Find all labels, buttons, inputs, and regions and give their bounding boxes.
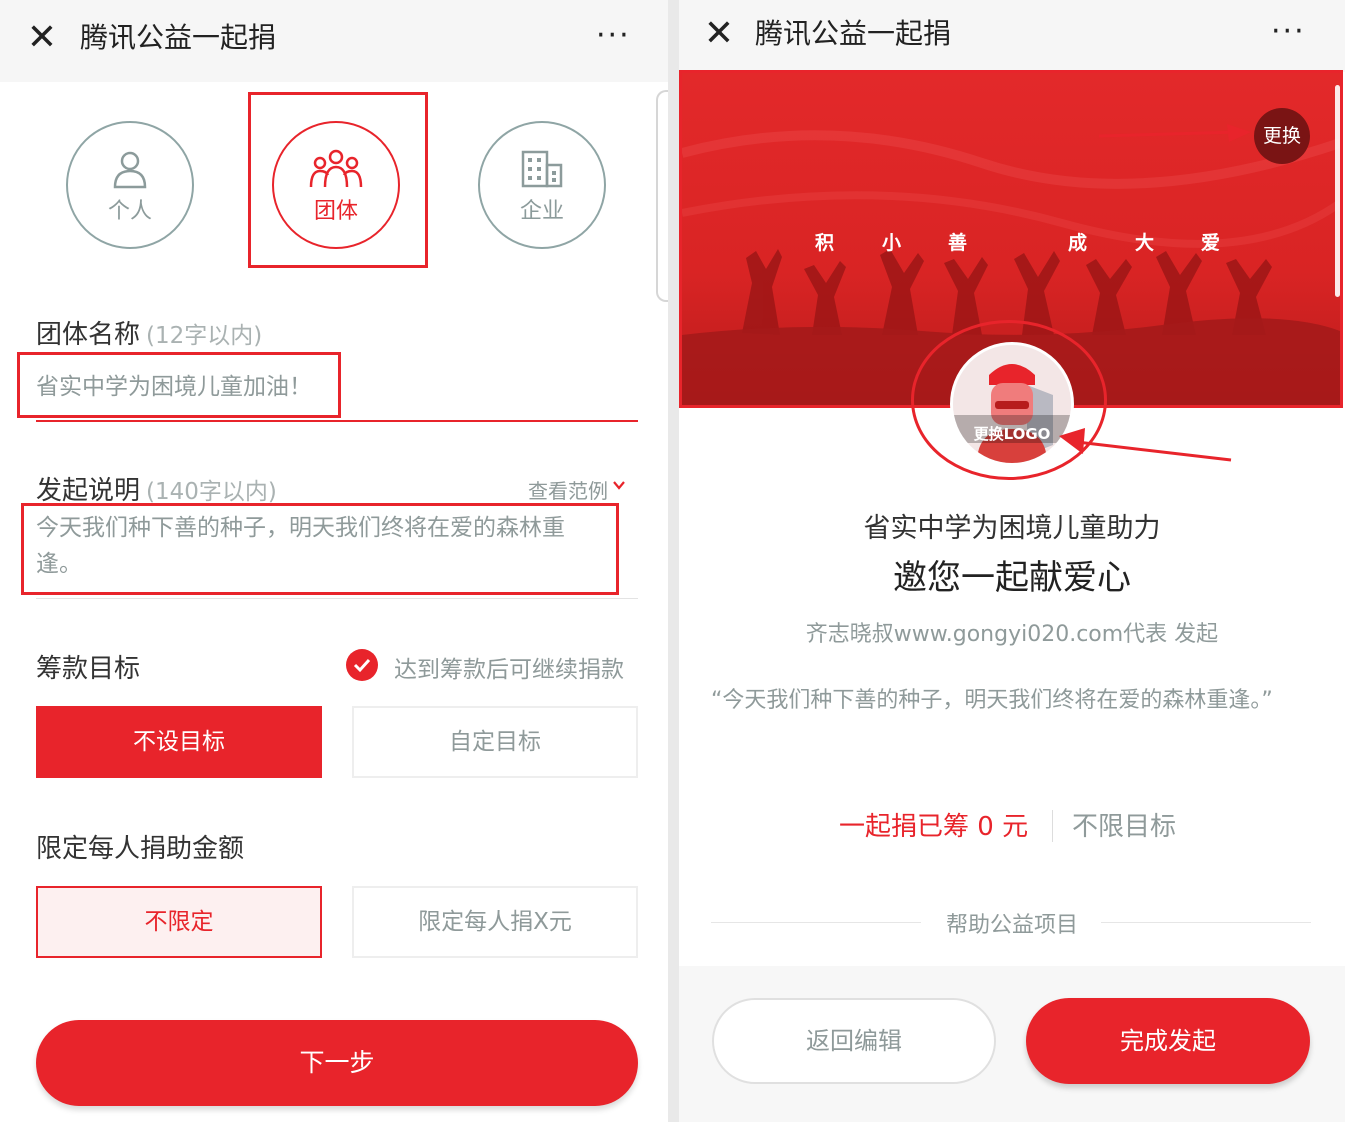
chevron-down-icon[interactable] xyxy=(612,478,626,492)
group-name-hint: (12字以内) xyxy=(146,323,263,349)
app-title: 腾讯公益一起捐 xyxy=(755,17,952,50)
selection-highlight xyxy=(248,92,428,268)
slogan-char: 积 xyxy=(815,232,835,254)
group-name-label-text: 团体名称 xyxy=(36,320,141,350)
slogan-char: 善 xyxy=(948,232,968,254)
create-fundraiser-screen: ✕ 腾讯公益一起捐 ··· 个人 团体 企业 团体名称 (12字以内) 省实中学… xyxy=(0,0,668,1122)
change-logo-label: 更换LOGO xyxy=(973,425,1051,443)
title-bar: ✕ 腾讯公益一起捐 ··· xyxy=(0,0,668,82)
type-option-label: 企业 xyxy=(519,199,564,224)
goal-status: 不限目标 xyxy=(1072,812,1177,842)
description-textarea[interactable]: 今天我们种下善的种子，明天我们终将在爱的森林重逢。 xyxy=(36,510,606,582)
description-quote: “今天我们种下善的种子，明天我们终将在爱的森林重逢。” xyxy=(711,688,1273,713)
limit-amount-button[interactable]: 限定每人捐X元 xyxy=(352,886,638,958)
description-label-text: 发起说明 xyxy=(36,476,141,506)
more-menu-icon[interactable]: ··· xyxy=(1271,12,1306,52)
project-title: 省实中学为困境儿童助力 xyxy=(863,513,1161,544)
type-option-enterprise[interactable]: 企业 xyxy=(478,121,606,249)
continue-donation-label: 达到筹款后可继续捐款 xyxy=(394,657,624,683)
help-projects-label: 帮助公益项目 xyxy=(945,913,1078,938)
no-limit-button[interactable]: 不限定 xyxy=(36,886,322,958)
goal-label: 筹款目标 xyxy=(36,654,141,684)
description-hint: (140字以内) xyxy=(146,479,277,505)
next-step-button[interactable]: 下一步 xyxy=(36,1020,638,1106)
more-menu-icon[interactable]: ··· xyxy=(596,16,631,56)
close-icon[interactable]: ✕ xyxy=(22,18,62,58)
no-goal-button[interactable]: 不设目标 xyxy=(36,706,322,778)
group-name-label: 团体名称 (12字以内) xyxy=(36,314,262,351)
close-icon[interactable]: ✕ xyxy=(699,14,739,54)
building-icon xyxy=(521,150,563,188)
slogan-char: 小 xyxy=(882,232,902,254)
divider-line xyxy=(1101,922,1311,923)
view-example-link[interactable]: 查看范例 xyxy=(528,475,608,504)
arrow-left-icon xyxy=(1059,428,1232,462)
scroll-edge xyxy=(656,90,668,302)
type-option-personal[interactable]: 个人 xyxy=(66,121,194,249)
group-name-input[interactable]: 省实中学为困境儿童加油！ xyxy=(36,369,312,405)
invite-subtitle: 邀您一起献爱心 xyxy=(893,558,1131,598)
limit-label: 限定每人捐助金额 xyxy=(36,834,245,864)
back-to-edit-button[interactable]: 返回编辑 xyxy=(712,998,996,1084)
banner-scrollbar xyxy=(1335,85,1340,297)
custom-goal-button[interactable]: 自定目标 xyxy=(352,706,638,778)
checkmark-icon xyxy=(353,658,371,673)
slogan-char: 爱 xyxy=(1201,232,1221,254)
description-label: 发起说明 (140字以内) xyxy=(36,470,277,507)
slogan-char: 大 xyxy=(1135,232,1155,254)
description-underline xyxy=(36,598,638,599)
slogan-char: 成 xyxy=(1068,232,1088,254)
arrow-right-icon xyxy=(1099,124,1251,142)
group-name-underline xyxy=(36,420,638,422)
person-icon xyxy=(113,151,147,189)
type-option-label: 个人 xyxy=(107,199,152,224)
continue-donation-checkbox[interactable] xyxy=(346,649,378,681)
initiator-text: 齐志晓叔www.gongyi020.com代表 发起 xyxy=(805,622,1219,647)
stats-divider xyxy=(1052,810,1053,842)
preview-screen: ✕ 腾讯公益一起捐 ··· 更换 积 小 善 成 大 爱 更换LOGO 省实中学… xyxy=(679,0,1345,1122)
avatar-icon xyxy=(953,345,1071,463)
raised-amount: 一起捐已筹 0 元 xyxy=(839,812,1029,842)
finish-launch-button[interactable]: 完成发起 xyxy=(1026,998,1310,1084)
app-title: 腾讯公益一起捐 xyxy=(80,21,277,54)
change-cover-button[interactable]: 更换 xyxy=(1254,108,1310,164)
title-bar: ✕ 腾讯公益一起捐 ··· xyxy=(679,0,1345,72)
